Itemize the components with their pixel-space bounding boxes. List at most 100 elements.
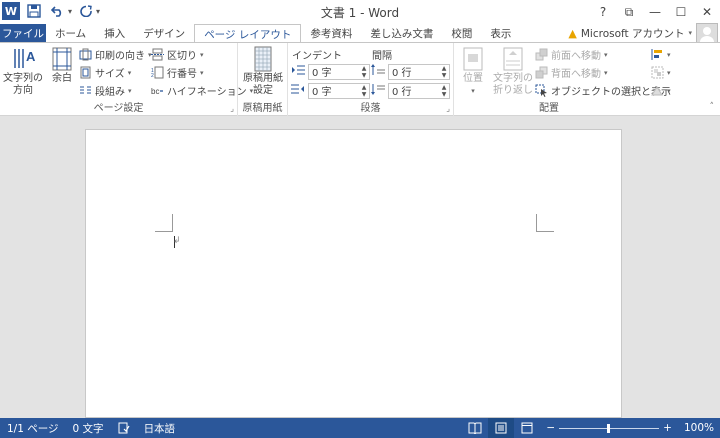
margins-button[interactable]: 余白 (48, 45, 76, 85)
spacing-before-icon (371, 64, 385, 79)
web-layout-icon[interactable] (514, 418, 540, 438)
language-indicator[interactable]: 日本語 (137, 421, 183, 436)
undo-dropdown-icon[interactable]: ▾ (68, 7, 72, 16)
breaks-button[interactable]: 区切り ▾ (150, 46, 204, 63)
manuscript-settings-button[interactable]: 原稿用紙 設定 (241, 45, 285, 97)
redo-icon[interactable] (76, 2, 96, 20)
align-dropdown-icon: ▾ (667, 50, 671, 59)
word-count[interactable]: 0 文字 (66, 421, 111, 436)
indent-left-input[interactable]: 0 字 ▲ ▼ (308, 63, 370, 80)
text-direction-button[interactable]: A 文字列の 方向 (3, 45, 43, 97)
indent-left-value: 0 字 (312, 68, 332, 79)
send-backward-dropdown-icon: ▾ (604, 68, 608, 77)
indent-right-input[interactable]: 0 字 ▲ ▼ (308, 82, 370, 99)
warning-icon: ▲ (568, 26, 577, 40)
send-backward-label: 背面へ移動 (551, 69, 601, 80)
tab-review[interactable]: 校閲 (442, 24, 481, 42)
text-direction-label-2: 方向 (13, 85, 33, 96)
page-count[interactable]: 1/1 ページ (0, 421, 66, 436)
document-page[interactable]: ↲ (85, 129, 622, 418)
help-icon[interactable]: ? (590, 0, 616, 24)
svg-text:2: 2 (151, 73, 154, 79)
word-logo-icon[interactable]: W (2, 2, 20, 20)
manuscript-label-2: 設定 (253, 85, 273, 96)
undo-icon[interactable] (48, 2, 68, 20)
minimize-icon[interactable]: — (642, 0, 668, 24)
bring-forward-label: 前面へ移動 (551, 51, 601, 62)
size-button[interactable]: サイズ ▾ (78, 64, 131, 81)
read-mode-icon[interactable] (462, 418, 488, 438)
spacing-before-spinner-icon[interactable]: ▲ ▼ (439, 65, 449, 79)
group-label-page-setup: ページ設定 (93, 103, 144, 114)
tab-design[interactable]: デザイン (134, 24, 194, 42)
margin-corner-top-right (536, 214, 554, 232)
page-setup-launcher-icon[interactable]: ⌟ (230, 104, 234, 113)
line-numbers-label: 行番号 (167, 69, 197, 80)
spacing-after-spinner-icon[interactable]: ▲ ▼ (439, 84, 449, 98)
svg-text:bc: bc (151, 87, 159, 96)
maximize-icon[interactable]: ☐ (668, 0, 694, 24)
window-controls: ? ⧉ — ☐ ✕ (590, 0, 720, 24)
send-backward-button[interactable]: 背面へ移動 ▾ (534, 64, 608, 81)
columns-button[interactable]: 段組み ▾ (78, 82, 132, 99)
svg-text:A: A (26, 49, 35, 64)
wrap-text-button[interactable]: 文字列の 折り返し (490, 45, 536, 97)
spacing-before-value: 0 行 (392, 68, 412, 79)
proofing-icon[interactable] (111, 422, 137, 434)
tab-insert[interactable]: 挿入 (95, 24, 134, 42)
indent-right-spinner-icon[interactable]: ▲ ▼ (359, 84, 369, 98)
zoom-in-button[interactable]: + (663, 422, 672, 434)
document-area: ↲ (0, 116, 720, 418)
tab-view[interactable]: 表示 (481, 24, 520, 42)
rotate-button[interactable]: ▾ (650, 82, 671, 99)
position-label: 位置 (463, 73, 483, 84)
tab-file[interactable]: ファイル (0, 24, 46, 42)
bring-forward-icon (534, 48, 548, 62)
group-arrange: 位置 ▾ 文字列の 折り返し 前面へ移動 ▾ 背面へ移動 ▾ オブジェクトの選択… (454, 43, 678, 116)
bring-forward-button[interactable]: 前面へ移動 ▾ (534, 46, 608, 63)
zoom-level[interactable]: 100% (684, 422, 714, 434)
hyphenation-label: ハイフネーション (167, 87, 247, 98)
vertical-scrollbar[interactable] (706, 116, 720, 418)
save-icon[interactable] (24, 2, 44, 20)
quick-access-toolbar: W ▾ ▾ (2, 2, 100, 20)
tab-page-layout[interactable]: ページ レイアウト (194, 24, 302, 43)
zoom-slider-thumb[interactable] (607, 423, 611, 433)
size-icon (78, 66, 92, 80)
tab-home[interactable]: ホーム (46, 24, 95, 42)
group-label-arrange: 配置 (539, 103, 559, 114)
zoom-out-button[interactable]: − (546, 422, 555, 434)
spacing-after-value: 0 行 (392, 87, 412, 98)
margin-corner-top-left (155, 214, 173, 232)
customize-qat-icon[interactable]: ▾ (96, 7, 100, 16)
wrap-text-label-2: 折り返し (493, 85, 533, 96)
group-objects-icon (650, 66, 664, 80)
spacing-after-input[interactable]: 0 行 ▲ ▼ (388, 82, 450, 99)
zoom-slider[interactable] (559, 423, 660, 433)
paragraph-launcher-icon[interactable]: ⌟ (446, 104, 450, 113)
tab-references[interactable]: 参考資料 (301, 24, 361, 42)
align-button[interactable]: ▾ (650, 46, 671, 63)
spacing-before-input[interactable]: 0 行 ▲ ▼ (388, 63, 450, 80)
spacing-label: 間隔 (372, 51, 392, 62)
position-dropdown-icon: ▾ (471, 87, 475, 95)
account-name[interactable]: Microsoft アカウント (581, 26, 685, 41)
indent-left-icon (291, 64, 305, 79)
indent-left-spinner-icon[interactable]: ▲ ▼ (359, 65, 369, 79)
print-layout-icon[interactable] (488, 418, 515, 438)
line-numbers-button[interactable]: 12 行番号 ▾ (150, 64, 204, 81)
tab-mailings[interactable]: 差し込み文書 (361, 24, 442, 42)
manuscript-paper-icon (249, 45, 277, 73)
account-dropdown-icon[interactable]: ▾ (688, 29, 692, 37)
title-bar: W ▾ ▾ 文書 1 - Word ? ⧉ — ☐ ✕ (0, 0, 720, 24)
bring-forward-dropdown-icon: ▾ (604, 50, 608, 59)
close-icon[interactable]: ✕ (694, 0, 720, 24)
collapse-ribbon-icon[interactable]: ˄ (710, 102, 715, 112)
position-button[interactable]: 位置 ▾ (458, 45, 488, 97)
orientation-button[interactable]: 印刷の向き ▾ (78, 46, 152, 63)
ribbon-display-options-icon[interactable]: ⧉ (616, 0, 642, 24)
group-objects-dropdown-icon: ▾ (667, 68, 671, 77)
ribbon: A 文字列の 方向 余白 印刷の向き ▾ サイズ ▾ 段組み ▾ 区切り ▾ 1… (0, 42, 720, 116)
avatar[interactable] (696, 23, 718, 43)
group-objects-button[interactable]: ▾ (650, 64, 671, 81)
